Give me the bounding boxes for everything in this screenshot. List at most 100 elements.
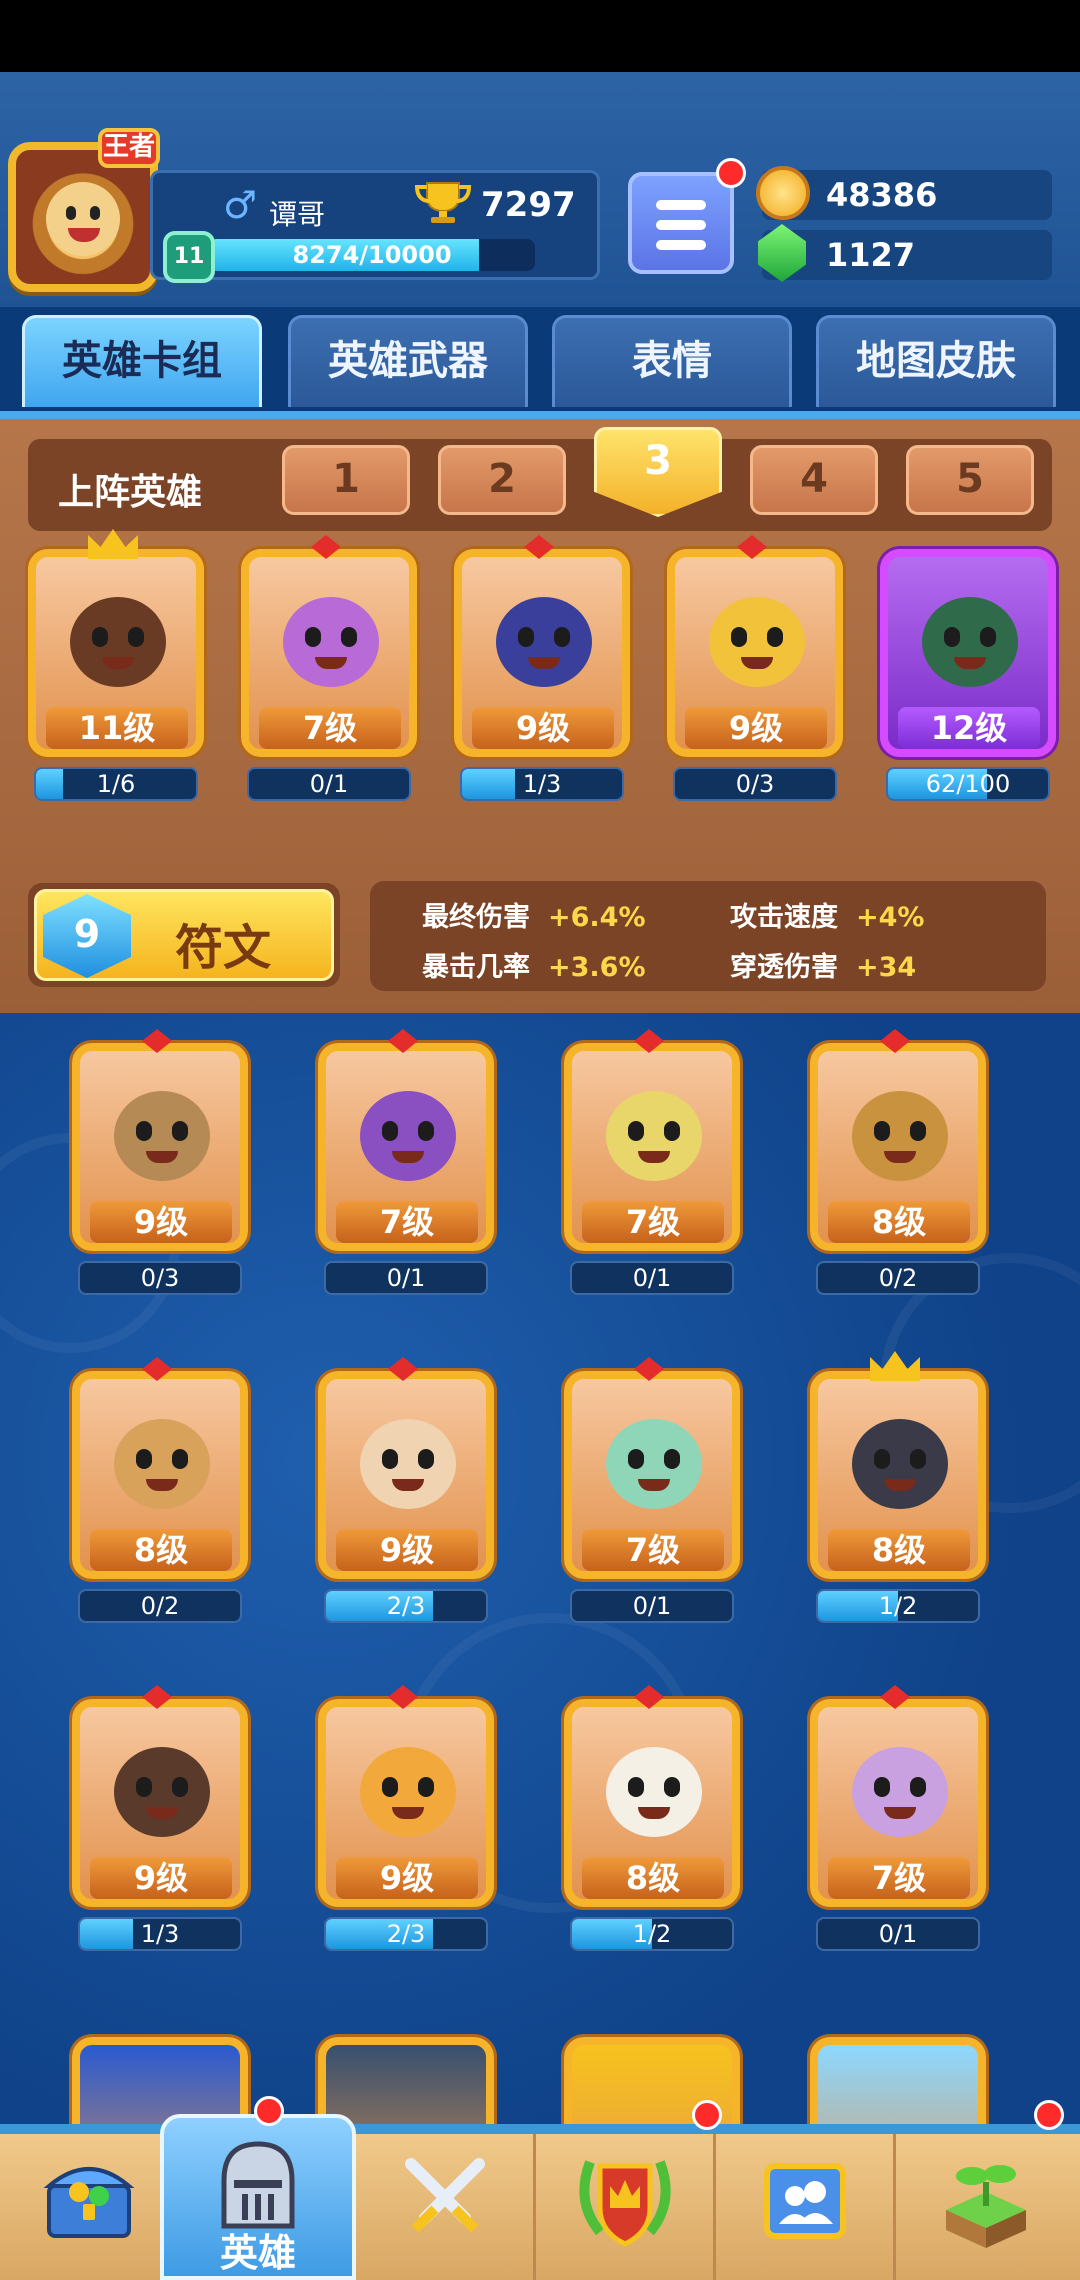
hero-card-progress: 0/2 [816, 1261, 980, 1295]
nav-rankings[interactable] [536, 2134, 716, 2280]
player-panel[interactable]: ♂ 谭哥 7297 8274/10000 11 [150, 170, 600, 283]
hero-eye [382, 1121, 398, 1141]
crown-shield-icon [578, 2160, 671, 2247]
hero-card[interactable]: 8级 0/2 [72, 1357, 248, 1623]
hero-card[interactable]: 7级 0/1 [810, 1685, 986, 1951]
hero-mouth [638, 1479, 670, 1491]
hero-card-partial[interactable] [810, 2037, 986, 2128]
stat-name: 穿透伤害 [730, 952, 838, 983]
crown-icon [88, 529, 138, 559]
nav-social[interactable] [716, 2134, 896, 2280]
hero-card[interactable]: 9级 0/3 [667, 535, 843, 801]
lineup-slot-2[interactable]: 2 [438, 445, 566, 515]
hero-card-progress-text: 62/100 [925, 770, 1011, 798]
hero-mouth [638, 1151, 670, 1163]
rune-crystal-icon: 9 [43, 894, 131, 978]
stat-name: 攻击速度 [730, 902, 838, 933]
hero-card[interactable]: 8级 1/2 [810, 1351, 986, 1623]
hero-card-progress: 1/2 [816, 1589, 980, 1623]
menu-button[interactable] [628, 172, 734, 274]
lineup-slot-1[interactable]: 1 [282, 445, 410, 515]
hero-card-progress-text: 0/2 [140, 1592, 180, 1620]
hero-card-frame: 9级 [454, 549, 630, 757]
lineup-slot-4[interactable]: 4 [750, 445, 878, 515]
hero-card[interactable]: 8级 1/2 [564, 1685, 740, 1951]
gold-counter[interactable]: 48386 [756, 166, 1052, 220]
player-avatar[interactable]: 王者 [8, 128, 160, 292]
hero-level: 9级 [336, 1529, 478, 1571]
stat-final-damage: 最终伤害 +6.4% [422, 895, 646, 934]
hero-level: 9级 [90, 1201, 232, 1243]
hero-mouth [884, 1479, 916, 1491]
hero-card-frame: 9级 [667, 549, 843, 757]
menu-icon-line [656, 220, 706, 230]
hero-eye [628, 1777, 644, 1797]
hero-collection[interactable]: 9级 0/3 7级 0/1 7级 0/1 8级 0/2 8级 0/2 9级 2/3 7级 0/1 8级 1/2… [0, 1013, 1080, 2128]
hero-card[interactable]: 7级 0/1 [241, 535, 417, 801]
hero-eye [172, 1449, 188, 1469]
hero-card[interactable]: 11级 1/6 [28, 529, 204, 801]
notification-dot [716, 158, 746, 188]
hero-card-frame: 9级 [318, 1371, 494, 1579]
stat-value: +6.4% [548, 902, 646, 933]
hero-card-partial[interactable] [318, 2037, 494, 2128]
hero-portrait [114, 1747, 210, 1837]
hero-eye [664, 1777, 680, 1797]
gem-counter[interactable]: 1127 [758, 224, 1052, 282]
hero-eye [418, 1777, 434, 1797]
notification-dot [1034, 2100, 1064, 2130]
hero-level: 7级 [259, 707, 401, 749]
hero-card-progress-text: 0/1 [386, 1264, 426, 1292]
hero-card[interactable]: 7级 0/1 [564, 1357, 740, 1623]
hero-card[interactable]: 7级 0/1 [318, 1029, 494, 1295]
nav-shop[interactable] [0, 2134, 180, 2280]
tab-bar: 英雄卡组 英雄武器 表情 地图皮肤 [0, 307, 1080, 419]
hero-card[interactable]: 9级 1/3 [454, 535, 630, 801]
hero-card-progress: 0/1 [570, 1589, 734, 1623]
nav-battle[interactable] [356, 2134, 536, 2280]
menu-icon-line [656, 240, 706, 250]
rank-badge: 王者 [98, 128, 160, 168]
hero-card[interactable]: 9级 2/3 [318, 1357, 494, 1623]
rune-button[interactable]: 9 符文 [34, 889, 334, 981]
lineup-slot-5[interactable]: 5 [906, 445, 1034, 515]
hero-portrait [360, 1747, 456, 1837]
hero-card-frame: 8级 [72, 1371, 248, 1579]
avatar-eye [90, 206, 100, 220]
hero-eye [518, 627, 534, 647]
hero-card[interactable]: 9级 2/3 [318, 1685, 494, 1951]
xp-bar: 8274/10000 [209, 239, 535, 271]
hero-card[interactable]: 8级 0/2 [810, 1029, 986, 1295]
rune-stats-panel: 最终伤害 +6.4% 攻击速度 +4% 暴击几率 +3.6% 穿透伤害 +34 [370, 881, 1046, 991]
tab-map-skins[interactable]: 地图皮肤 [816, 315, 1056, 407]
hero-card[interactable]: 7级 0/1 [564, 1029, 740, 1295]
hero-level: 8级 [828, 1201, 970, 1243]
hero-eye [980, 627, 996, 647]
hero-card-frame: 9级 [72, 1043, 248, 1251]
hero-card-progress: 0/1 [816, 1917, 980, 1951]
notification-dot [254, 2096, 284, 2126]
hero-card[interactable]: 9级 1/3 [72, 1685, 248, 1951]
hero-mouth [741, 657, 773, 669]
nav-heroes[interactable]: 英雄 [160, 2114, 356, 2280]
hero-eye [767, 627, 783, 647]
avatar-mouth [68, 228, 100, 242]
hero-card-progress: 0/1 [570, 1261, 734, 1295]
hero-card[interactable]: 12级 62/100 [880, 549, 1056, 801]
hero-card-frame: 8级 [810, 1371, 986, 1579]
hero-eye [418, 1121, 434, 1141]
treasure-chest-icon [43, 2167, 134, 2238]
hero-card-progress-text: 0/1 [632, 1264, 672, 1292]
hero-card-progress: 62/100 [886, 767, 1050, 801]
hero-card-progress-text: 1/2 [878, 1592, 918, 1620]
hero-eye [172, 1777, 188, 1797]
hero-card[interactable]: 9级 0/3 [72, 1029, 248, 1295]
hero-card-progress: 0/1 [324, 1261, 488, 1295]
hero-card-progress-text: 0/1 [309, 770, 349, 798]
hero-card-frame: 7级 [564, 1043, 740, 1251]
nav-garden[interactable] [896, 2134, 1076, 2280]
tab-emotes[interactable]: 表情 [552, 315, 792, 407]
tab-hero-weapons[interactable]: 英雄武器 [288, 315, 528, 407]
tab-hero-deck[interactable]: 英雄卡组 [22, 315, 262, 407]
status-bar [0, 0, 1080, 72]
